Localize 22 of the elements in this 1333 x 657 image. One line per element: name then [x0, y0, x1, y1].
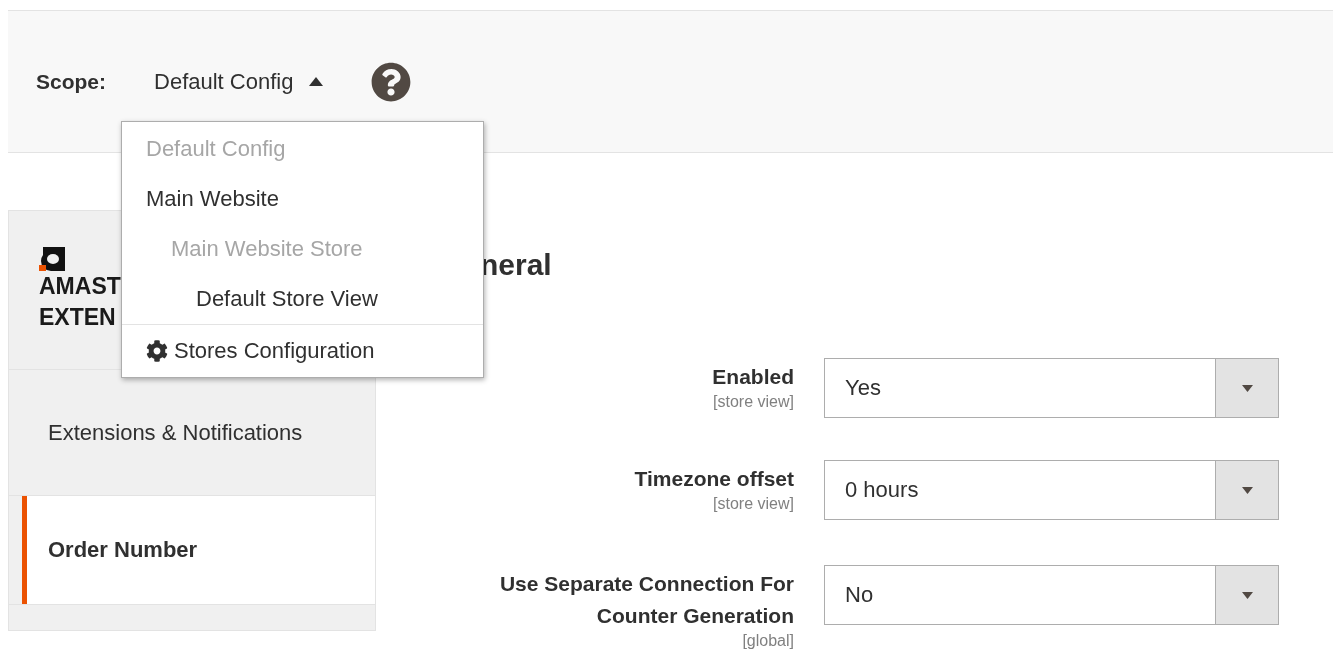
- scope-note: [store view]: [713, 393, 794, 411]
- field-label: Enabled: [712, 364, 794, 390]
- scope-note: [global]: [742, 632, 794, 650]
- stores-configuration-link[interactable]: Stores Configuration: [122, 324, 483, 377]
- select-field[interactable]: No: [824, 565, 1279, 625]
- select-field[interactable]: 0 hours: [824, 460, 1279, 520]
- sidebar-item[interactable]: Order Number: [22, 496, 375, 604]
- select-field[interactable]: Yes: [824, 358, 1279, 418]
- settings-icon: [146, 340, 168, 362]
- scope-menu-item[interactable]: Main Website: [122, 174, 483, 224]
- dropdown-arrow-icon: [1241, 486, 1253, 494]
- scope-label: Scope:: [36, 69, 106, 94]
- dropdown-arrow-icon: [1241, 591, 1253, 599]
- field-label: Timezone offset: [634, 466, 794, 492]
- dropdown-arrow-icon: [1241, 384, 1253, 392]
- scope-note: [store view]: [713, 495, 794, 513]
- logo-text: EXTEN: [39, 303, 116, 332]
- help-icon[interactable]: [371, 61, 412, 102]
- field-label: Use Separate Connection For Counter Generation: [498, 571, 794, 629]
- logo-text: AMAST: [39, 272, 121, 301]
- caret-icon: [309, 77, 324, 86]
- scope-switcher[interactable]: Default Config: [154, 68, 324, 95]
